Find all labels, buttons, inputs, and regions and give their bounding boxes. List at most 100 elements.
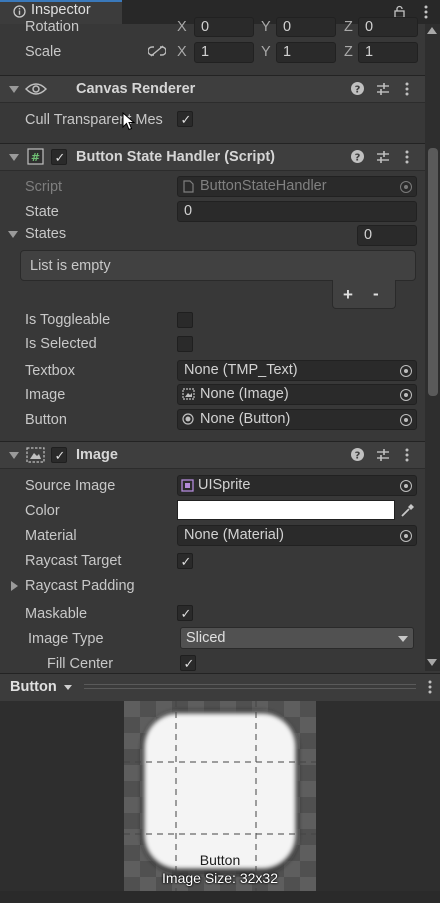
presets-icon[interactable] bbox=[376, 150, 390, 164]
info-icon bbox=[13, 5, 26, 18]
material-picker-icon[interactable] bbox=[400, 530, 412, 542]
rotation-label: Rotation bbox=[25, 19, 80, 35]
script-icon: # bbox=[27, 148, 44, 165]
list-empty-text: List is empty bbox=[30, 258, 111, 274]
preview-caption-name: Button bbox=[199, 852, 241, 868]
source-image-label: Source Image bbox=[25, 478, 116, 494]
is-selected-label: Is Selected bbox=[25, 336, 97, 352]
states-label[interactable]: States bbox=[25, 226, 66, 242]
raycast-target-label: Raycast Target bbox=[25, 553, 122, 569]
svg-text:#: # bbox=[31, 151, 40, 164]
canvas-renderer-title: Canvas Renderer bbox=[76, 81, 196, 97]
material-label: Material bbox=[25, 528, 77, 544]
svg-text:?: ? bbox=[355, 153, 361, 164]
scale-y-axis[interactable]: Y bbox=[261, 44, 271, 60]
image-component-title: Image bbox=[76, 447, 118, 463]
script-object-picker-icon bbox=[400, 181, 412, 193]
rotation-y-axis[interactable]: Y bbox=[261, 19, 271, 35]
preview-dropdown-chevron-icon bbox=[64, 685, 72, 690]
is-selected-checkbox[interactable] bbox=[177, 336, 193, 352]
button-state-handler-enabled-checkbox[interactable]: ✓ bbox=[51, 149, 67, 165]
cull-transparent-checkbox[interactable]: ✓ bbox=[177, 111, 193, 127]
presets-icon[interactable] bbox=[376, 448, 390, 462]
canvas-renderer-foldout-icon[interactable] bbox=[9, 86, 19, 93]
is-toggleable-label: Is Toggleable bbox=[25, 312, 111, 328]
image-icon bbox=[26, 447, 45, 463]
image-enabled-checkbox[interactable]: ✓ bbox=[51, 447, 67, 463]
rotation-y-field[interactable]: 0 bbox=[276, 17, 336, 37]
scale-label: Scale bbox=[25, 44, 62, 60]
button-state-handler-title: Button State Handler (Script) bbox=[76, 149, 275, 165]
preview-drag-handle[interactable] bbox=[84, 684, 416, 689]
scroll-up-arrow-icon[interactable] bbox=[427, 27, 437, 34]
presets-icon[interactable] bbox=[376, 82, 390, 96]
component-menu-icon[interactable] bbox=[405, 150, 409, 164]
list-add-remove-bar bbox=[332, 280, 396, 309]
states-count-field[interactable]: 0 bbox=[357, 225, 417, 246]
color-label: Color bbox=[25, 503, 60, 519]
fill-center-label: Fill Center bbox=[47, 656, 114, 672]
button-object-field[interactable]: None (Button) bbox=[177, 409, 417, 430]
textbox-object-picker-icon[interactable] bbox=[400, 365, 412, 377]
button-state-handler-foldout-icon[interactable] bbox=[9, 154, 19, 161]
maskable-checkbox[interactable]: ✓ bbox=[177, 605, 193, 621]
script-file-icon bbox=[183, 180, 194, 193]
scale-x-field[interactable]: 1 bbox=[194, 42, 254, 63]
image-type-label: Image Type bbox=[28, 631, 104, 647]
image-object-picker-icon[interactable] bbox=[400, 389, 412, 401]
scale-z-field[interactable]: 1 bbox=[358, 42, 418, 63]
rotation-x-field[interactable]: 0 bbox=[194, 17, 254, 37]
button-component-icon bbox=[182, 413, 194, 425]
scale-x-axis[interactable]: X bbox=[177, 44, 187, 60]
scroll-down-arrow-icon[interactable] bbox=[427, 659, 437, 666]
preview-menu-icon[interactable] bbox=[428, 680, 432, 694]
help-icon[interactable]: ? bbox=[351, 82, 364, 95]
rotation-x-axis[interactable]: X bbox=[177, 19, 187, 35]
script-field: ButtonStateHandler bbox=[177, 176, 417, 197]
image-component-icon bbox=[182, 388, 195, 400]
scrollbar-thumb[interactable] bbox=[428, 148, 438, 396]
script-label: Script bbox=[25, 179, 63, 195]
states-foldout-icon[interactable] bbox=[8, 231, 18, 238]
raycast-padding-label[interactable]: Raycast Padding bbox=[25, 578, 135, 594]
bottom-scrollbar[interactable] bbox=[0, 891, 440, 903]
image-component-foldout-icon[interactable] bbox=[9, 452, 19, 459]
sprite-icon bbox=[181, 479, 194, 492]
state-field[interactable]: 0 bbox=[177, 201, 417, 222]
chevron-down-icon bbox=[398, 636, 408, 642]
is-toggleable-checkbox[interactable] bbox=[177, 312, 193, 328]
image-label: Image bbox=[25, 387, 66, 403]
remove-element-button[interactable]: - bbox=[373, 284, 379, 304]
preview-title-dropdown[interactable]: Button bbox=[10, 679, 57, 695]
button-object-picker-icon[interactable] bbox=[400, 414, 412, 426]
preview-caption-size: Image Size: 32x32 bbox=[162, 870, 278, 886]
scale-y-field[interactable]: 1 bbox=[276, 42, 336, 63]
raycast-padding-foldout-icon[interactable] bbox=[11, 581, 18, 591]
help-icon[interactable]: ? bbox=[351, 448, 364, 461]
image-object-field[interactable]: None (Image) bbox=[177, 384, 417, 405]
rotation-z-axis[interactable]: Z bbox=[344, 19, 353, 35]
maskable-label: Maskable bbox=[25, 606, 88, 622]
kebab-menu-icon[interactable] bbox=[424, 5, 428, 19]
component-menu-icon[interactable] bbox=[405, 82, 409, 96]
textbox-object-field[interactable]: None (TMP_Text) bbox=[177, 360, 417, 381]
cull-transparent-label: Cull Transparent Mes bbox=[25, 112, 163, 128]
eyedropper-icon[interactable] bbox=[400, 503, 415, 518]
constrain-proportions-icon[interactable] bbox=[148, 45, 166, 57]
fill-center-checkbox[interactable]: ✓ bbox=[180, 655, 196, 671]
add-element-button[interactable]: + bbox=[343, 285, 353, 305]
eye-icon bbox=[25, 83, 47, 95]
source-image-picker-icon[interactable] bbox=[400, 480, 412, 492]
scale-z-axis[interactable]: Z bbox=[344, 44, 353, 60]
color-swatch[interactable] bbox=[177, 500, 395, 520]
material-field[interactable]: None (Material) bbox=[177, 525, 417, 546]
image-type-value: Sliced bbox=[186, 630, 226, 646]
inspector-tab-label: Inspector bbox=[31, 2, 91, 18]
raycast-target-checkbox[interactable]: ✓ bbox=[177, 553, 193, 569]
help-icon[interactable]: ? bbox=[351, 150, 364, 163]
component-menu-icon[interactable] bbox=[405, 448, 409, 462]
mouse-cursor-icon bbox=[122, 112, 135, 131]
rotation-z-field[interactable]: 0 bbox=[358, 17, 418, 37]
state-label: State bbox=[25, 204, 59, 220]
source-image-field[interactable]: UISprite bbox=[177, 475, 417, 496]
